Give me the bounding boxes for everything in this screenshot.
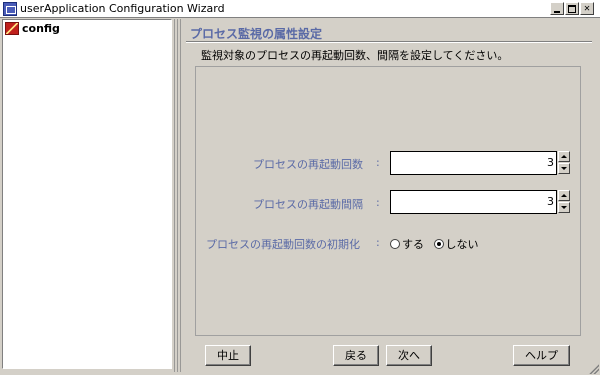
reset-restart-count-label: プロセスの再起動回数の初期化 [206,238,360,251]
page-description: 監視対象のプロセスの再起動回数、間隔を設定してください。 [201,49,509,62]
cancel-button[interactable]: 中止 [205,345,251,366]
restart-interval-increment-button[interactable] [558,190,570,201]
restart-interval-colon: : [376,196,380,209]
restart-count-input[interactable]: 3 [390,151,557,175]
panel-splitter[interactable] [174,19,182,372]
reset-restart-count-radio-group: する しない [390,236,485,252]
reset-yes-radio[interactable] [390,239,400,249]
restart-interval-spinner[interactable] [558,190,570,214]
resize-grip[interactable] [589,364,599,374]
reset-yes-label[interactable]: する [402,236,424,252]
restart-count-colon: : [376,156,380,169]
config-tree-panel[interactable]: config [2,19,172,369]
title-divider [186,41,592,43]
reset-no-radio[interactable] [433,239,444,249]
title-bar[interactable]: userApplication Configuration Wizard ✕ [0,0,600,18]
window-app-icon [3,2,17,16]
restart-count-spinner[interactable] [558,151,570,175]
close-icon: ✕ [583,3,591,14]
close-button[interactable]: ✕ [580,2,594,15]
page-title: プロセス監視の属性設定 [190,27,323,41]
window-title: userApplication Configuration Wizard [20,2,225,15]
restart-count-label: プロセスの再起動回数 [253,158,363,171]
reset-no-label[interactable]: しない [446,236,479,252]
restart-interval-label: プロセスの再起動間隔 [253,198,363,211]
config-tree-icon [5,22,19,35]
restart-interval-decrement-button[interactable] [558,202,570,213]
tree-item-label: config [22,22,60,35]
next-button[interactable]: 次へ [386,345,432,366]
restart-count-decrement-button[interactable] [558,163,570,174]
minimize-button[interactable] [550,2,564,15]
maximize-button[interactable] [565,2,579,15]
reset-restart-count-colon: : [376,236,380,249]
help-button[interactable]: ヘルプ [513,345,570,366]
restart-count-increment-button[interactable] [558,151,570,162]
restart-interval-input[interactable]: 3 [390,190,557,214]
back-button[interactable]: 戻る [333,345,379,366]
